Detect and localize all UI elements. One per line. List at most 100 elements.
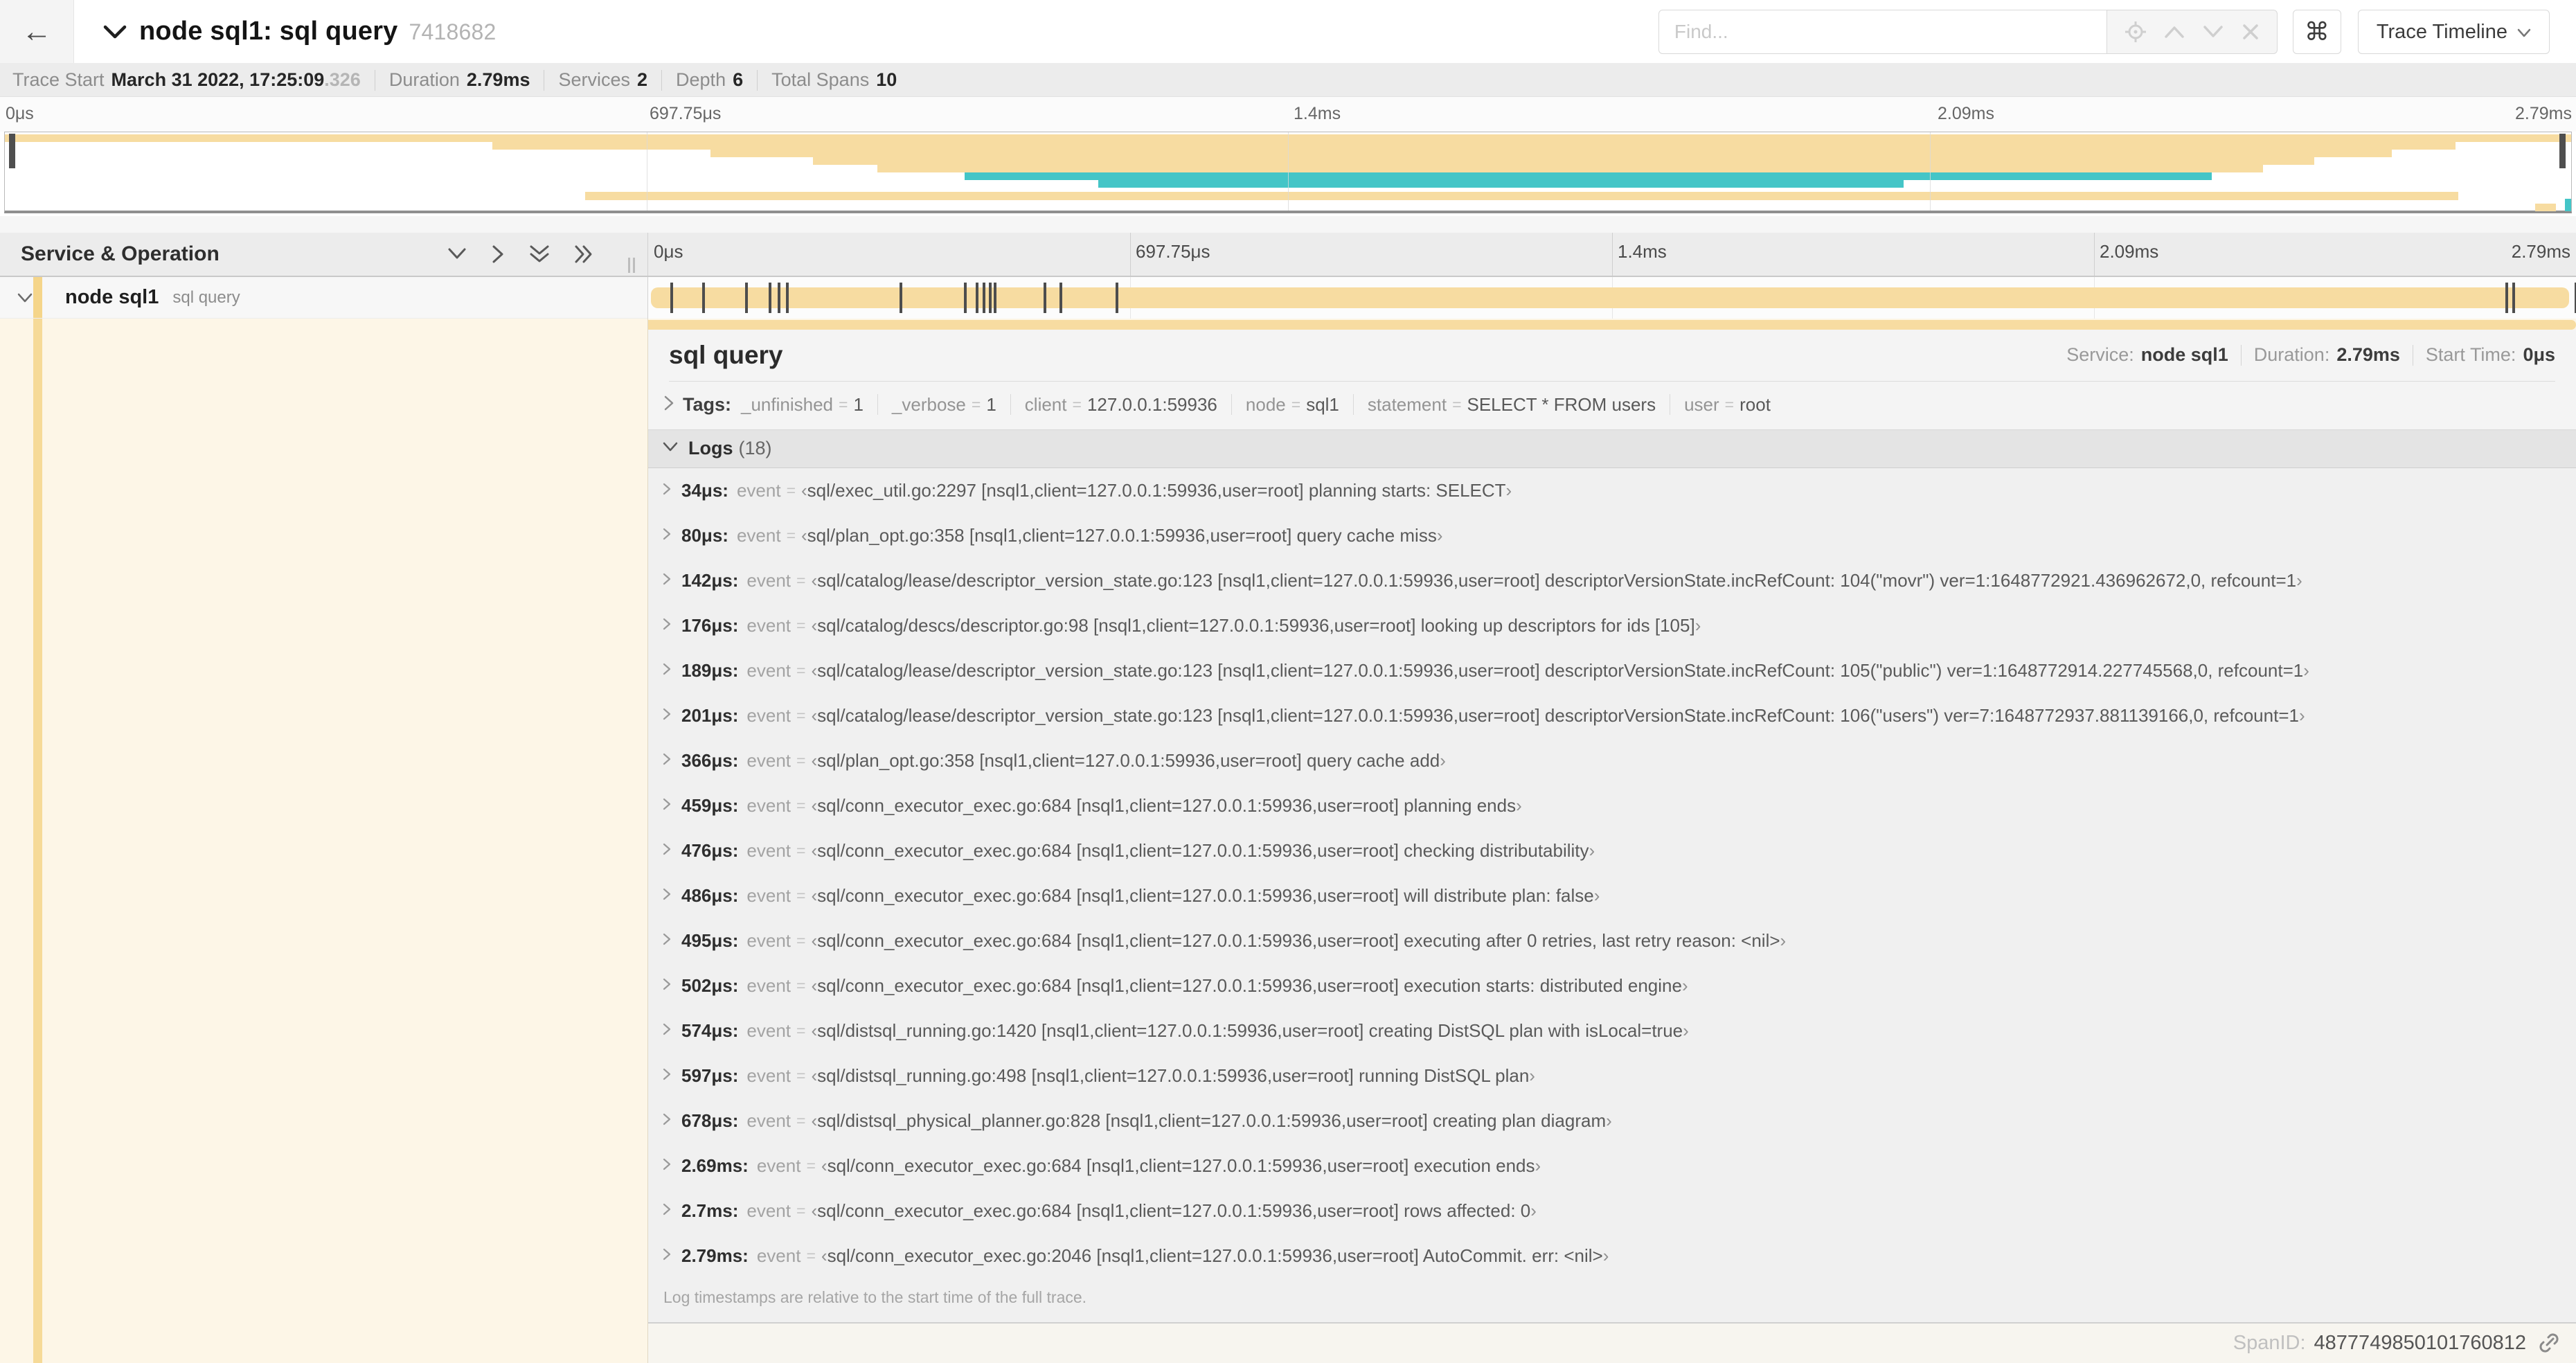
span-duration-bar[interactable]: [651, 287, 2569, 308]
log-chevron-icon[interactable]: [662, 527, 672, 544]
log-entry-row[interactable]: 476μs: event = ‹ sql/conn_executor_exec.go:6…: [648, 828, 2576, 873]
log-entry-row[interactable]: 201μs: event = ‹ sql/catalog/lease/descripto…: [648, 693, 2576, 738]
log-entry-row[interactable]: 34μs: event = ‹ sql/exec_util.go:2297 [nsql1…: [648, 468, 2576, 513]
log-open-quote: ‹: [811, 659, 818, 681]
log-entry-row[interactable]: 142μs: event = ‹ sql/catalog/lease/descripto…: [648, 558, 2576, 603]
minimap-right-scrubber[interactable]: [2559, 134, 2566, 168]
tag-item[interactable]: node = sql1: [1246, 394, 1339, 416]
log-entry-row[interactable]: 2.79ms: event = ‹ sql/conn_executor_exec.go:…: [648, 1233, 2576, 1279]
collapse-all-icon[interactable]: [528, 244, 551, 264]
logs-section-header[interactable]: Logs (18): [648, 429, 2576, 468]
log-chevron-icon[interactable]: [662, 887, 672, 905]
minimap-span-bar: [710, 150, 2392, 157]
log-chevron-icon[interactable]: [662, 932, 672, 950]
log-marker-tick[interactable]: [1059, 283, 1062, 313]
find-prev-icon[interactable]: [2164, 25, 2185, 39]
minimap-left-scrubber[interactable]: [9, 134, 15, 168]
log-chevron-icon[interactable]: [662, 1112, 672, 1130]
log-chevron-icon[interactable]: [662, 1247, 672, 1265]
trace-minimap[interactable]: [4, 132, 2572, 213]
log-entry-row[interactable]: 80μs: event = ‹ sql/plan_opt.go:358 [nsql1,c…: [648, 513, 2576, 558]
span-row[interactable]: node sql1 sql query: [0, 277, 2576, 319]
log-chevron-icon[interactable]: [662, 797, 672, 814]
log-open-quote: ‹: [811, 974, 818, 996]
span-timeline-cell[interactable]: [647, 277, 2576, 319]
log-field-key: event: [746, 749, 791, 771]
log-chevron-icon[interactable]: [662, 977, 672, 995]
log-close-quote: ›: [1780, 929, 1787, 951]
log-chevron-icon[interactable]: [662, 572, 672, 589]
back-button[interactable]: ←: [0, 0, 74, 63]
log-marker-tick[interactable]: [1043, 283, 1046, 313]
deep-link-icon[interactable]: [2537, 1331, 2561, 1355]
expand-all-icon[interactable]: [574, 244, 593, 265]
tag-item[interactable]: user = root: [1684, 394, 1771, 416]
tag-item[interactable]: client = 127.0.0.1:59936: [1025, 394, 1217, 416]
logs-chevron-icon: [662, 441, 679, 456]
log-chevron-icon[interactable]: [662, 662, 672, 679]
log-entry-row[interactable]: 486μs: event = ‹ sql/conn_executor_exec.go:6…: [648, 873, 2576, 918]
log-chevron-icon[interactable]: [662, 1067, 672, 1085]
log-field-key: event: [746, 974, 791, 996]
log-marker-tick[interactable]: [670, 283, 673, 313]
log-entry-row[interactable]: 574μs: event = ‹ sql/distsql_running.go:1420…: [648, 1008, 2576, 1053]
log-timestamp: 486μs:: [681, 884, 739, 906]
log-marker-tick[interactable]: [2505, 283, 2509, 313]
log-entry-row[interactable]: 678μs: event = ‹ sql/distsql_physical_planne…: [648, 1098, 2576, 1143]
tag-item[interactable]: statement = SELECT * FROM users: [1368, 394, 1656, 416]
log-marker-tick[interactable]: [785, 283, 789, 313]
find-input[interactable]: [1658, 10, 2107, 54]
log-marker-tick[interactable]: [2512, 283, 2516, 313]
collapse-one-icon[interactable]: [447, 247, 467, 261]
log-marker-tick[interactable]: [900, 283, 903, 313]
log-entry-row[interactable]: 189μs: event = ‹ sql/catalog/lease/descripto…: [648, 648, 2576, 693]
log-marker-tick[interactable]: [988, 283, 992, 313]
collapse-trace-chevron-icon[interactable]: [103, 24, 127, 39]
log-marker-tick[interactable]: [701, 283, 705, 313]
log-chevron-icon[interactable]: [662, 482, 672, 499]
tag-key: statement: [1367, 393, 1447, 415]
log-marker-tick[interactable]: [744, 283, 748, 313]
tags-section[interactable]: Tags: _unfinished = 1 _verbose = 1 client = 127.…: [648, 382, 2576, 429]
trace-view-dropdown[interactable]: Trace Timeline: [2357, 10, 2550, 54]
clear-find-icon[interactable]: [2242, 24, 2259, 40]
log-chevron-icon[interactable]: [662, 752, 672, 769]
log-entry-row[interactable]: 2.7ms: event = ‹ sql/conn_executor_exec.go:6…: [648, 1188, 2576, 1233]
log-chevron-icon[interactable]: [662, 842, 672, 859]
trace-info-label: Services: [558, 69, 630, 90]
log-chevron-icon[interactable]: [662, 1157, 672, 1175]
log-event-text: sql/conn_executor_exec.go:684 [nsql1,cli…: [827, 1155, 1535, 1176]
span-collapse-chevron-icon[interactable]: [17, 292, 33, 303]
log-chevron-icon[interactable]: [662, 707, 672, 724]
log-chevron-icon[interactable]: [662, 1202, 672, 1220]
log-marker-tick[interactable]: [982, 283, 985, 313]
log-marker-tick[interactable]: [964, 283, 967, 313]
log-equals: =: [796, 1201, 806, 1220]
log-marker-tick[interactable]: [768, 283, 771, 313]
trace-info-item: Services 2: [558, 69, 647, 91]
log-equals: =: [796, 1066, 806, 1085]
tag-item[interactable]: _unfinished = 1: [741, 394, 864, 416]
log-marker-tick[interactable]: [1115, 283, 1118, 313]
find-next-icon[interactable]: [2203, 25, 2224, 39]
log-entry-row[interactable]: 2.69ms: event = ‹ sql/conn_executor_exec.go:…: [648, 1143, 2576, 1188]
log-marker-tick[interactable]: [777, 283, 780, 313]
keyboard-shortcuts-button[interactable]: ⌘: [2292, 10, 2341, 54]
tag-key: node: [1245, 393, 1286, 415]
log-marker-tick[interactable]: [993, 283, 996, 313]
timeline-ruler-cell: [648, 233, 1130, 276]
span-row-name-column[interactable]: node sql1 sql query: [0, 277, 647, 319]
expand-one-icon[interactable]: [491, 244, 505, 265]
log-entry-row[interactable]: 495μs: event = ‹ sql/conn_executor_exec.go:6…: [648, 918, 2576, 963]
tag-item[interactable]: _verbose = 1: [892, 394, 996, 416]
scope-icon[interactable]: [2125, 21, 2147, 42]
log-entry-row[interactable]: 459μs: event = ‹ sql/conn_executor_exec.go:6…: [648, 783, 2576, 828]
log-entry-row[interactable]: 502μs: event = ‹ sql/conn_executor_exec.go:6…: [648, 963, 2576, 1008]
log-entry-row[interactable]: 597μs: event = ‹ sql/distsql_running.go:498 …: [648, 1053, 2576, 1098]
column-resize-grip[interactable]: [628, 258, 635, 273]
log-chevron-icon[interactable]: [662, 617, 672, 634]
log-chevron-icon[interactable]: [662, 1022, 672, 1040]
log-entry-row[interactable]: 366μs: event = ‹ sql/plan_opt.go:358 [nsql1,…: [648, 738, 2576, 783]
log-entry-row[interactable]: 176μs: event = ‹ sql/catalog/descs/descripto…: [648, 603, 2576, 648]
log-marker-tick[interactable]: [975, 283, 978, 313]
